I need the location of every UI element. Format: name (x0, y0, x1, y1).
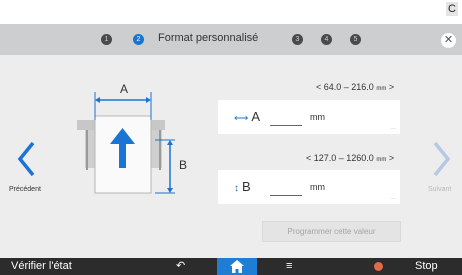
stop-icon (374, 262, 383, 271)
next-button[interactable]: Suivant (428, 186, 451, 193)
field-b-input[interactable]: ↕ B mm ··· (218, 170, 400, 204)
paper-size-diagram (77, 92, 175, 194)
horizontal-arrow-icon: ⟷ (234, 113, 249, 124)
step-4-indicator: 4 (321, 34, 332, 45)
wizard-header: 1 2 Format personnalisé 3 4 5 (0, 24, 462, 55)
page-title: Format personnalisé (158, 32, 259, 44)
field-b-label: B (242, 179, 251, 194)
field-a-value (270, 125, 302, 126)
feed-arrow-shaft (119, 141, 126, 168)
diagram-label-a: A (120, 82, 129, 96)
stop-button[interactable]: Stop (415, 260, 438, 272)
chevron-right-icon[interactable] (432, 140, 452, 178)
step-2-indicator: 2 (133, 34, 144, 45)
c-icon[interactable]: C (446, 2, 458, 16)
menu-icon[interactable]: ≡ (286, 258, 292, 275)
field-b-value (270, 195, 302, 196)
chevron-left-icon[interactable] (16, 140, 36, 178)
vertical-arrow-icon: ↕ (234, 183, 239, 194)
field-a-unit: mm (310, 112, 325, 122)
top-strip: C (0, 0, 462, 24)
range-a-label: < 64.0 – 216.0 mm > (316, 82, 395, 92)
check-status-button[interactable]: Vérifier l'état (11, 260, 72, 272)
program-value-button[interactable]: Programmer cette valeur (262, 221, 401, 242)
back-icon[interactable]: ↶ (176, 258, 185, 275)
step-3-indicator: 3 (292, 34, 303, 45)
home-icon (230, 260, 244, 273)
step-1-indicator: 1 (101, 34, 112, 45)
close-icon: ✕ (443, 34, 454, 46)
field-b-unit: mm (310, 182, 325, 192)
previous-button[interactable]: Précédent (9, 186, 41, 193)
home-button[interactable] (217, 258, 257, 275)
close-button[interactable]: ✕ (441, 33, 456, 48)
range-b-label: < 127.0 – 1260.0 mm > (306, 153, 395, 163)
step-5-indicator: 5 (350, 34, 361, 45)
diagram-label-b: B (179, 158, 188, 172)
field-a-label: A (251, 109, 261, 124)
field-b-corner-icon: ··· (390, 196, 396, 202)
field-a-corner-icon: ··· (390, 126, 396, 132)
field-a-input[interactable]: ⟷ A mm ··· (218, 100, 400, 134)
